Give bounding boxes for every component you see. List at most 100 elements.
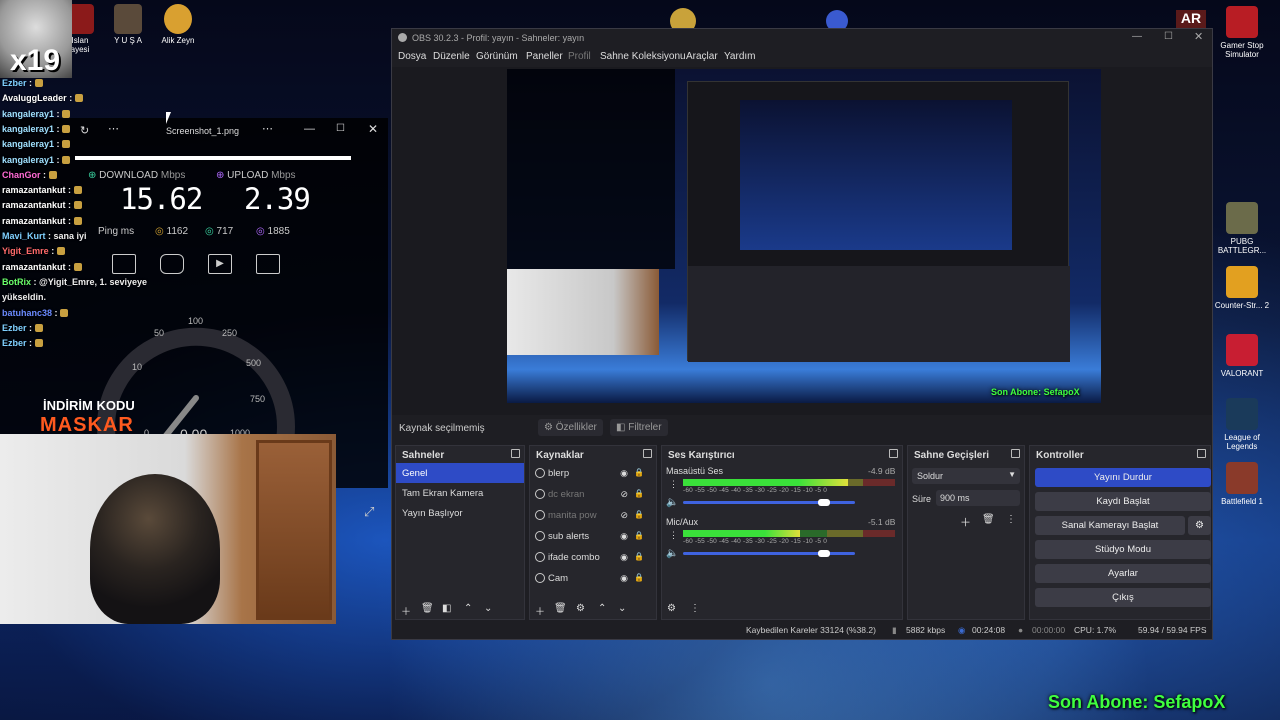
- undock-icon[interactable]: [1197, 449, 1206, 458]
- add-icon[interactable]: ＋: [960, 514, 971, 530]
- start-recording-button[interactable]: Kaydı Başlat: [1035, 492, 1211, 511]
- slider-knob[interactable]: [818, 550, 831, 557]
- minimize-button[interactable]: —: [1132, 31, 1142, 42]
- down-arrow-icon[interactable]: ⌄: [618, 603, 626, 614]
- source-item[interactable]: ifade combo ◉ 🔒: [530, 547, 656, 568]
- chat-username[interactable]: ramazantankut: [2, 185, 66, 195]
- source-item[interactable]: manita pow ⊘ 🔒: [530, 505, 656, 526]
- chat-username[interactable]: Ezber: [2, 78, 27, 88]
- properties-button[interactable]: ⚙ Özellikler: [538, 419, 603, 436]
- desktop-icon-pubg[interactable]: PUBG BATTLEGR...: [1212, 202, 1272, 255]
- chat-username[interactable]: Ezber: [2, 338, 27, 348]
- chat-username[interactable]: ramazantankut: [2, 200, 66, 210]
- expand-icon[interactable]: ⤢: [364, 504, 374, 520]
- chat-username[interactable]: BotRix: [2, 277, 31, 287]
- mixer-ch1-volume[interactable]: [683, 499, 855, 506]
- more-icon[interactable]: ⋮: [690, 603, 700, 614]
- lock-icon[interactable]: 🔒: [634, 531, 644, 540]
- undock-icon[interactable]: [643, 449, 652, 458]
- settings-button[interactable]: Ayarlar: [1035, 564, 1211, 583]
- chat-username[interactable]: Ezber: [2, 323, 27, 333]
- up-arrow-icon[interactable]: ⌃: [598, 603, 606, 614]
- duration-input[interactable]: 900 ms: [936, 490, 1020, 506]
- lock-icon[interactable]: 🔒: [634, 552, 644, 561]
- source-item[interactable]: blerp ◉ 🔒: [530, 463, 656, 484]
- trash-icon[interactable]: 🗑: [982, 514, 995, 525]
- chat-username[interactable]: Mavi_Kurt: [2, 231, 46, 241]
- rotate-icon[interactable]: ↻: [80, 124, 89, 137]
- menu-sahne-koleksiyonu[interactable]: Sahne Koleksiyonu: [600, 51, 686, 62]
- slider-knob[interactable]: [818, 499, 831, 506]
- chat-username[interactable]: batuhanc38: [2, 308, 52, 318]
- undock-icon[interactable]: [511, 449, 520, 458]
- maximize-button[interactable]: ☐: [1164, 31, 1173, 42]
- chat-username[interactable]: AvaluggLeader: [2, 93, 67, 103]
- desktop-icon-3[interactable]: Alik Zeyn: [156, 4, 200, 45]
- down-arrow-icon[interactable]: ⌄: [484, 603, 492, 614]
- lock-icon[interactable]: 🔒: [634, 510, 644, 519]
- chat-username[interactable]: ramazantankut: [2, 216, 66, 226]
- scene-genel[interactable]: Genel: [396, 463, 524, 483]
- close-button[interactable]: ✕: [368, 122, 378, 136]
- speaker-icon[interactable]: 🔈: [666, 548, 678, 559]
- desktop-icon-battlefield[interactable]: Battlefield 1: [1212, 462, 1272, 506]
- undock-icon[interactable]: [889, 449, 898, 458]
- minimize-button[interactable]: —: [304, 123, 315, 135]
- more-icon[interactable]: ⋮: [1006, 514, 1016, 525]
- eye-hidden-icon[interactable]: ⊘: [620, 489, 628, 500]
- add-icon[interactable]: ＋: [535, 603, 545, 618]
- chat-username[interactable]: kangaleray1: [2, 139, 54, 149]
- gear-icon[interactable]: ⚙: [576, 603, 585, 614]
- menu-araclar[interactable]: Araçlar: [686, 51, 718, 62]
- up-arrow-icon[interactable]: ⌃: [464, 603, 472, 614]
- virtual-camera-settings-icon[interactable]: ⚙: [1188, 516, 1211, 535]
- add-icon[interactable]: ＋: [401, 603, 411, 618]
- filters-button[interactable]: ◧ Filtreler: [610, 419, 668, 436]
- lock-icon[interactable]: 🔒: [634, 489, 644, 498]
- scene-yayin-basliyor[interactable]: Yayın Başlıyor: [396, 503, 524, 523]
- eye-icon[interactable]: ◉: [620, 468, 628, 479]
- source-item[interactable]: dc ekran ⊘ 🔒: [530, 484, 656, 505]
- studio-mode-button[interactable]: Stüdyo Modu: [1035, 540, 1211, 559]
- lock-icon[interactable]: 🔒: [634, 468, 644, 477]
- maximize-button[interactable]: ☐: [336, 123, 345, 134]
- gear-icon[interactable]: ⚙: [667, 603, 676, 614]
- more-icon[interactable]: ⋯: [108, 122, 119, 135]
- speaker-icon[interactable]: 🔈: [666, 497, 678, 508]
- desktop-icon-2[interactable]: Y U Ş A: [108, 4, 148, 45]
- obs-preview[interactable]: Son Abone: SefapoX: [392, 67, 1212, 439]
- menu-duzenle[interactable]: Düzenle: [433, 51, 470, 62]
- chat-username[interactable]: ramazantankut: [2, 262, 66, 272]
- transition-select[interactable]: Soldur ▼: [912, 468, 1020, 484]
- exit-button[interactable]: Çıkış: [1035, 588, 1211, 607]
- desktop-icon-gamer-stop[interactable]: Gamer Stop Simulator: [1212, 6, 1272, 59]
- menu-yardim[interactable]: Yardım: [724, 51, 756, 62]
- mixer-ch2-volume[interactable]: [683, 550, 855, 557]
- lock-icon[interactable]: 🔒: [634, 573, 644, 582]
- chat-username[interactable]: ChanGor: [2, 170, 41, 180]
- menu-profil[interactable]: Profil: [568, 51, 591, 62]
- chat-username[interactable]: kangaleray1: [2, 124, 54, 134]
- desktop-icon-valorant[interactable]: VALORANT: [1212, 334, 1272, 378]
- trash-icon[interactable]: 🗑: [421, 603, 434, 614]
- chat-username[interactable]: Yigit_Emre: [2, 246, 49, 256]
- more-icon[interactable]: ⋯: [262, 122, 273, 135]
- undock-icon[interactable]: [1011, 449, 1020, 458]
- eye-icon[interactable]: ◉: [620, 552, 628, 563]
- filter-icon[interactable]: ◧: [442, 603, 451, 614]
- menu-paneller[interactable]: Paneller: [526, 51, 563, 62]
- eye-icon[interactable]: ◉: [620, 531, 628, 542]
- menu-gorunum[interactable]: Görünüm: [476, 51, 518, 62]
- chat-username[interactable]: kangaleray1: [2, 155, 54, 165]
- stop-stream-button[interactable]: Yayını Durdur: [1035, 468, 1211, 487]
- source-item[interactable]: sub alerts ◉ 🔒: [530, 526, 656, 547]
- more-icon[interactable]: ⋮: [669, 479, 678, 490]
- scene-tam-ekran-kamera[interactable]: Tam Ekran Kamera: [396, 483, 524, 503]
- source-item[interactable]: Cam ◉ 🔒: [530, 568, 656, 589]
- chat-username[interactable]: kangaleray1: [2, 109, 54, 119]
- menu-dosya[interactable]: Dosya: [398, 51, 426, 62]
- close-button[interactable]: ✕: [1194, 30, 1203, 43]
- start-virtual-camera-button[interactable]: Sanal Kamerayı Başlat: [1035, 516, 1185, 535]
- eye-hidden-icon[interactable]: ⊘: [620, 510, 628, 521]
- trash-icon[interactable]: 🗑: [554, 603, 567, 614]
